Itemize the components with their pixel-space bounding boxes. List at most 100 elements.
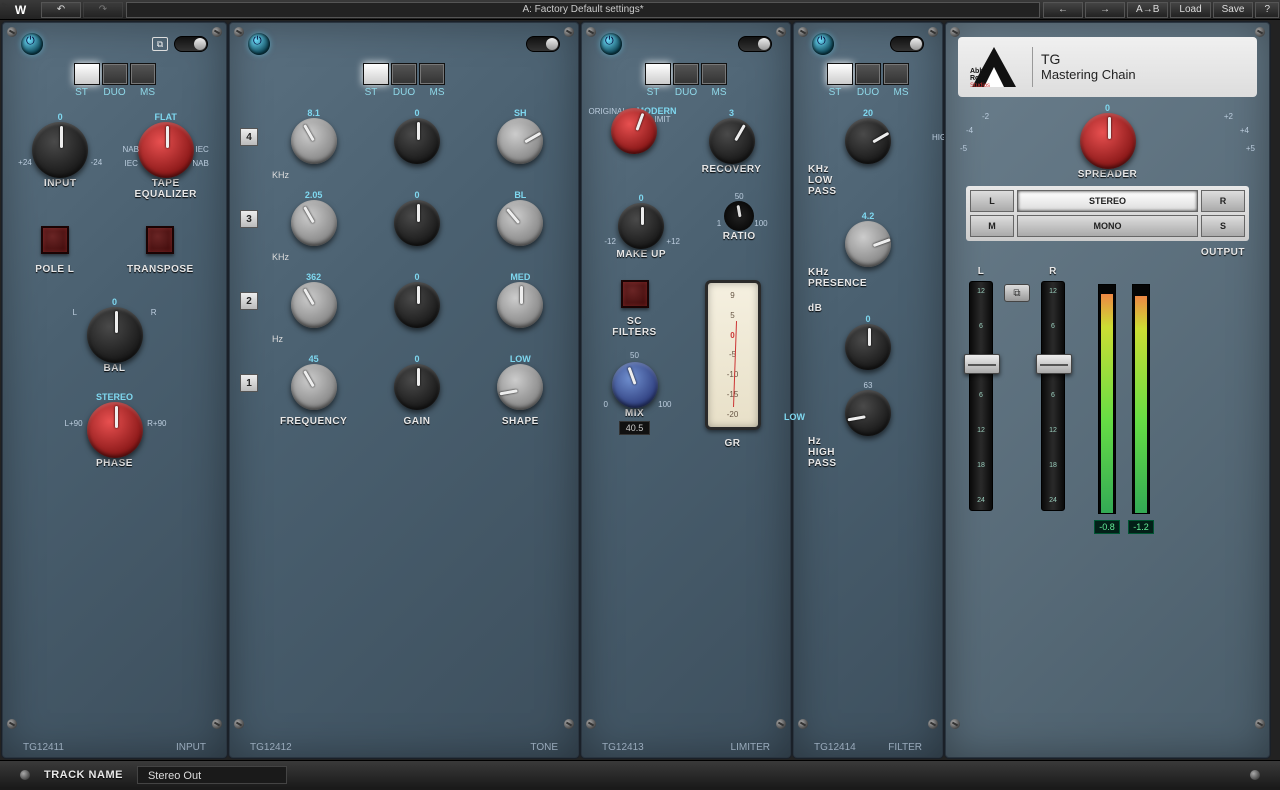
band-3-gain-value: 0 <box>414 190 419 200</box>
prev-preset-button[interactable]: ← <box>1043 2 1083 18</box>
limiter-power-button[interactable] <box>600 33 622 55</box>
band-3-shape-knob[interactable] <box>497 200 543 246</box>
spreader-knob[interactable] <box>1080 113 1136 169</box>
monitor-l-button[interactable]: L <box>970 190 1014 212</box>
tone-mode-duo[interactable] <box>391 63 417 85</box>
mix-knob[interactable] <box>612 362 658 408</box>
input-mode-st[interactable] <box>74 63 100 85</box>
phase-value: STEREO <box>96 392 133 402</box>
tone-mode-st[interactable] <box>363 63 389 85</box>
lowpass-label: KHz LOW PASS <box>808 164 837 197</box>
filter-mode-ms[interactable] <box>883 63 909 85</box>
fader-r-cap[interactable] <box>1036 354 1072 374</box>
input-link-icon[interactable]: ⧉ <box>152 37 168 51</box>
tone-shape-header: SHAPE <box>475 416 565 427</box>
mode-label-ms: MS <box>135 87 161 98</box>
top-toolbar: W ↶ ↷ A: Factory Default settings* ← → A… <box>0 0 1280 20</box>
input-gain-knob[interactable] <box>32 122 88 178</box>
band-2-shape-knob[interactable] <box>497 282 543 328</box>
presence-value: 4.2 <box>862 211 875 221</box>
lowpass-knob[interactable] <box>845 118 891 164</box>
input-mode-ms[interactable] <box>130 63 156 85</box>
band-1-enable-button[interactable]: 1 <box>240 374 258 392</box>
undo-button[interactable]: ↶ <box>41 2 81 18</box>
band-3-gain-knob[interactable] <box>394 200 440 246</box>
fader-l-cap[interactable] <box>964 354 1000 374</box>
screw-icon <box>20 770 30 780</box>
monitor-s-button[interactable]: S <box>1201 215 1245 237</box>
pole-l-button[interactable] <box>41 226 69 254</box>
input-bypass-toggle[interactable] <box>174 36 208 52</box>
ab-compare-button[interactable]: A→B <box>1127 2 1168 18</box>
makeup-knob[interactable] <box>618 203 664 249</box>
abbey-road-logo-icon: AbbeyRoadStudios <box>964 43 1024 91</box>
band-4-gain-knob[interactable] <box>394 118 440 164</box>
limiter-mode-duo[interactable] <box>673 63 699 85</box>
tone-mode-ms[interactable] <box>419 63 445 85</box>
band-1-shape-knob[interactable] <box>497 364 543 410</box>
band-3-enable-button[interactable]: 3 <box>240 210 258 228</box>
brand-box: AbbeyRoadStudios TG Mastering Chain <box>958 37 1257 97</box>
filter-power-button[interactable] <box>812 33 834 55</box>
band-4-shape-knob[interactable] <box>497 118 543 164</box>
presence-knob[interactable] <box>845 221 891 267</box>
track-name-label: TRACK NAME <box>44 769 123 781</box>
khz-label: KHz <box>272 252 572 262</box>
save-button[interactable]: Save <box>1213 2 1254 18</box>
highpass-knob[interactable] <box>845 390 891 436</box>
status-bar: TRACK NAME Stereo Out <box>0 760 1280 788</box>
monitor-mono-button[interactable]: MONO <box>1017 215 1198 237</box>
tone-gain-header: GAIN <box>372 416 462 427</box>
fader-l-label: L <box>978 266 985 277</box>
band-3-freq-knob[interactable] <box>291 200 337 246</box>
ratio-knob[interactable] <box>724 201 754 231</box>
band-1-gain-knob[interactable] <box>394 364 440 410</box>
filter-bypass-toggle[interactable] <box>890 36 924 52</box>
tone-power-button[interactable] <box>248 33 270 55</box>
band-2-gain-value: 0 <box>414 272 419 282</box>
band-4-enable-button[interactable]: 4 <box>240 128 258 146</box>
tape-eq-label: TAPE EQUALIZER <box>135 178 197 200</box>
bal-knob[interactable] <box>87 307 143 363</box>
limiter-mode-ms[interactable] <box>701 63 727 85</box>
monitor-m-button[interactable]: M <box>970 215 1014 237</box>
monitor-stereo-button[interactable]: STEREO <box>1017 190 1198 212</box>
highpass-value: LOW <box>784 412 805 422</box>
fader-link-button[interactable]: ⧉ <box>1004 284 1030 302</box>
limiter-mode-st[interactable] <box>645 63 671 85</box>
db-knob[interactable] <box>845 324 891 370</box>
preset-display[interactable]: A: Factory Default settings* <box>126 2 1040 18</box>
band-2-enable-button[interactable]: 2 <box>240 292 258 310</box>
monitor-r-button[interactable]: R <box>1201 190 1245 212</box>
db-label: dB <box>808 303 822 314</box>
band-1-freq-knob[interactable] <box>291 364 337 410</box>
tone-bypass-toggle[interactable] <box>526 36 560 52</box>
recovery-knob[interactable] <box>709 118 755 164</box>
filter-mode-st[interactable] <box>827 63 853 85</box>
limiter-bypass-toggle[interactable] <box>738 36 772 52</box>
screw-icon <box>1250 770 1260 780</box>
band-2-freq-knob[interactable] <box>291 282 337 328</box>
input-power-button[interactable] <box>21 33 43 55</box>
bal-label: BAL <box>103 363 125 374</box>
band-1-freq-value: 45 <box>309 354 319 364</box>
sc-filters-button[interactable] <box>621 280 649 308</box>
tone-band-1: 1 45 0 LOW <box>262 354 572 410</box>
ratio-label: RATIO <box>723 231 756 242</box>
output-meter-l-value: -0.8 <box>1094 520 1120 534</box>
limiter-mode-knob[interactable] <box>611 108 657 154</box>
input-mode-duo[interactable] <box>102 63 128 85</box>
mix-readout: 40.5 <box>619 421 651 435</box>
filter-mode-duo[interactable] <box>855 63 881 85</box>
tape-eq-knob[interactable] <box>138 122 194 178</box>
band-4-freq-knob[interactable] <box>291 118 337 164</box>
product-title: TG Mastering Chain <box>1041 52 1136 82</box>
next-preset-button[interactable]: → <box>1085 2 1125 18</box>
redo-button[interactable]: ↷ <box>83 2 123 18</box>
load-button[interactable]: Load <box>1170 2 1210 18</box>
band-2-gain-knob[interactable] <box>394 282 440 328</box>
phase-knob[interactable] <box>87 402 143 458</box>
help-button[interactable]: ? <box>1255 2 1279 18</box>
track-name-field[interactable]: Stereo Out <box>137 766 287 784</box>
transpose-button[interactable] <box>146 226 174 254</box>
